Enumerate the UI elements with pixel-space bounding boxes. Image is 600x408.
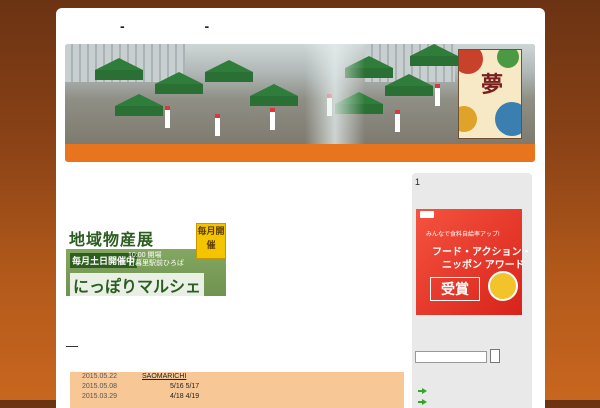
tent-shape bbox=[95, 58, 143, 70]
banner-flag bbox=[435, 84, 440, 106]
sidebar: 1 みんなで食料自給率アップ! フード・アクション・ ニッポン アワード 受賞 bbox=[412, 173, 532, 408]
promo-badge: 毎月開催 bbox=[196, 223, 226, 259]
news-date: 2015.05.08 bbox=[82, 383, 118, 390]
tent-shape bbox=[155, 72, 203, 84]
promo-title: 地域物産展 bbox=[69, 232, 155, 249]
news-date: 2015.03.29 bbox=[82, 393, 118, 400]
poster-text: 夢 bbox=[481, 72, 504, 98]
banner-flag bbox=[270, 108, 275, 130]
search-button[interactable] bbox=[490, 349, 500, 363]
news-list: 2015.05.22 SAOMARICHI 2015.05.08 5/16 5/… bbox=[70, 372, 404, 408]
tent-shape bbox=[250, 96, 298, 106]
search-input[interactable] bbox=[415, 351, 487, 363]
news-link[interactable]: SAOMARICHI bbox=[142, 373, 186, 380]
award-tagline: みんなで食料自給率アップ! bbox=[426, 232, 500, 238]
header-banner: 夢 bbox=[65, 44, 535, 162]
award-prize: 受賞 bbox=[430, 277, 480, 301]
promo-brand: にっぽりマルシェ bbox=[70, 273, 205, 296]
award-seal-icon bbox=[488, 271, 518, 301]
banner-flag bbox=[215, 114, 220, 136]
page-container: - - 夢 地域物産展 毎月開催 毎月土日開催中 10:00 開場 日暮里駅前ひ… bbox=[56, 8, 545, 408]
promo-info-line: 10:00 開場 bbox=[128, 252, 162, 259]
poster-swirl bbox=[497, 50, 519, 68]
photo-fade bbox=[305, 44, 365, 144]
tent-shape bbox=[385, 86, 433, 96]
section-divider bbox=[66, 346, 78, 347]
tent-shape bbox=[205, 72, 253, 82]
arrow-right-icon[interactable] bbox=[418, 388, 427, 394]
banner-flag bbox=[165, 106, 170, 128]
tent-shape bbox=[115, 94, 163, 106]
marche-promo-banner[interactable]: 地域物産展 毎月開催 毎月土日開催中 10:00 開場 日暮里駅前ひろば にっぽ… bbox=[66, 223, 226, 296]
site-title[interactable]: - - bbox=[120, 18, 247, 34]
festival-poster: 夢 bbox=[458, 49, 522, 139]
poster-swirl bbox=[459, 106, 477, 132]
poster-swirl bbox=[459, 50, 483, 74]
promo-info: 10:00 開場 日暮里駅前ひろば bbox=[128, 252, 184, 268]
poster-swirl bbox=[495, 102, 521, 136]
promo-subtitle: 毎月土日開催中 bbox=[70, 253, 138, 268]
news-link[interactable]: 5/16 5/17 bbox=[170, 383, 199, 390]
award-logo-icon bbox=[420, 211, 434, 218]
tent-shape bbox=[115, 106, 163, 116]
tent-shape bbox=[205, 60, 253, 72]
award-name-line2: ニッポン アワード bbox=[442, 260, 525, 271]
promo-info-line: 日暮里駅前ひろば bbox=[128, 260, 184, 267]
sidebar-heading: 1 bbox=[415, 177, 421, 187]
tent-shape bbox=[385, 74, 433, 86]
tent-shape bbox=[410, 44, 458, 56]
award-banner[interactable]: みんなで食料自給率アップ! フード・アクション・ ニッポン アワード 受賞 bbox=[416, 209, 532, 315]
tent-shape bbox=[250, 84, 298, 96]
banner-photo: 夢 bbox=[65, 44, 535, 144]
banner-flag bbox=[395, 110, 400, 132]
news-link[interactable]: 4/18 4/19 bbox=[170, 393, 199, 400]
tent-shape bbox=[95, 70, 143, 80]
news-date: 2015.05.22 bbox=[82, 373, 118, 380]
tent-shape bbox=[155, 84, 203, 94]
tent-shape bbox=[410, 56, 458, 66]
